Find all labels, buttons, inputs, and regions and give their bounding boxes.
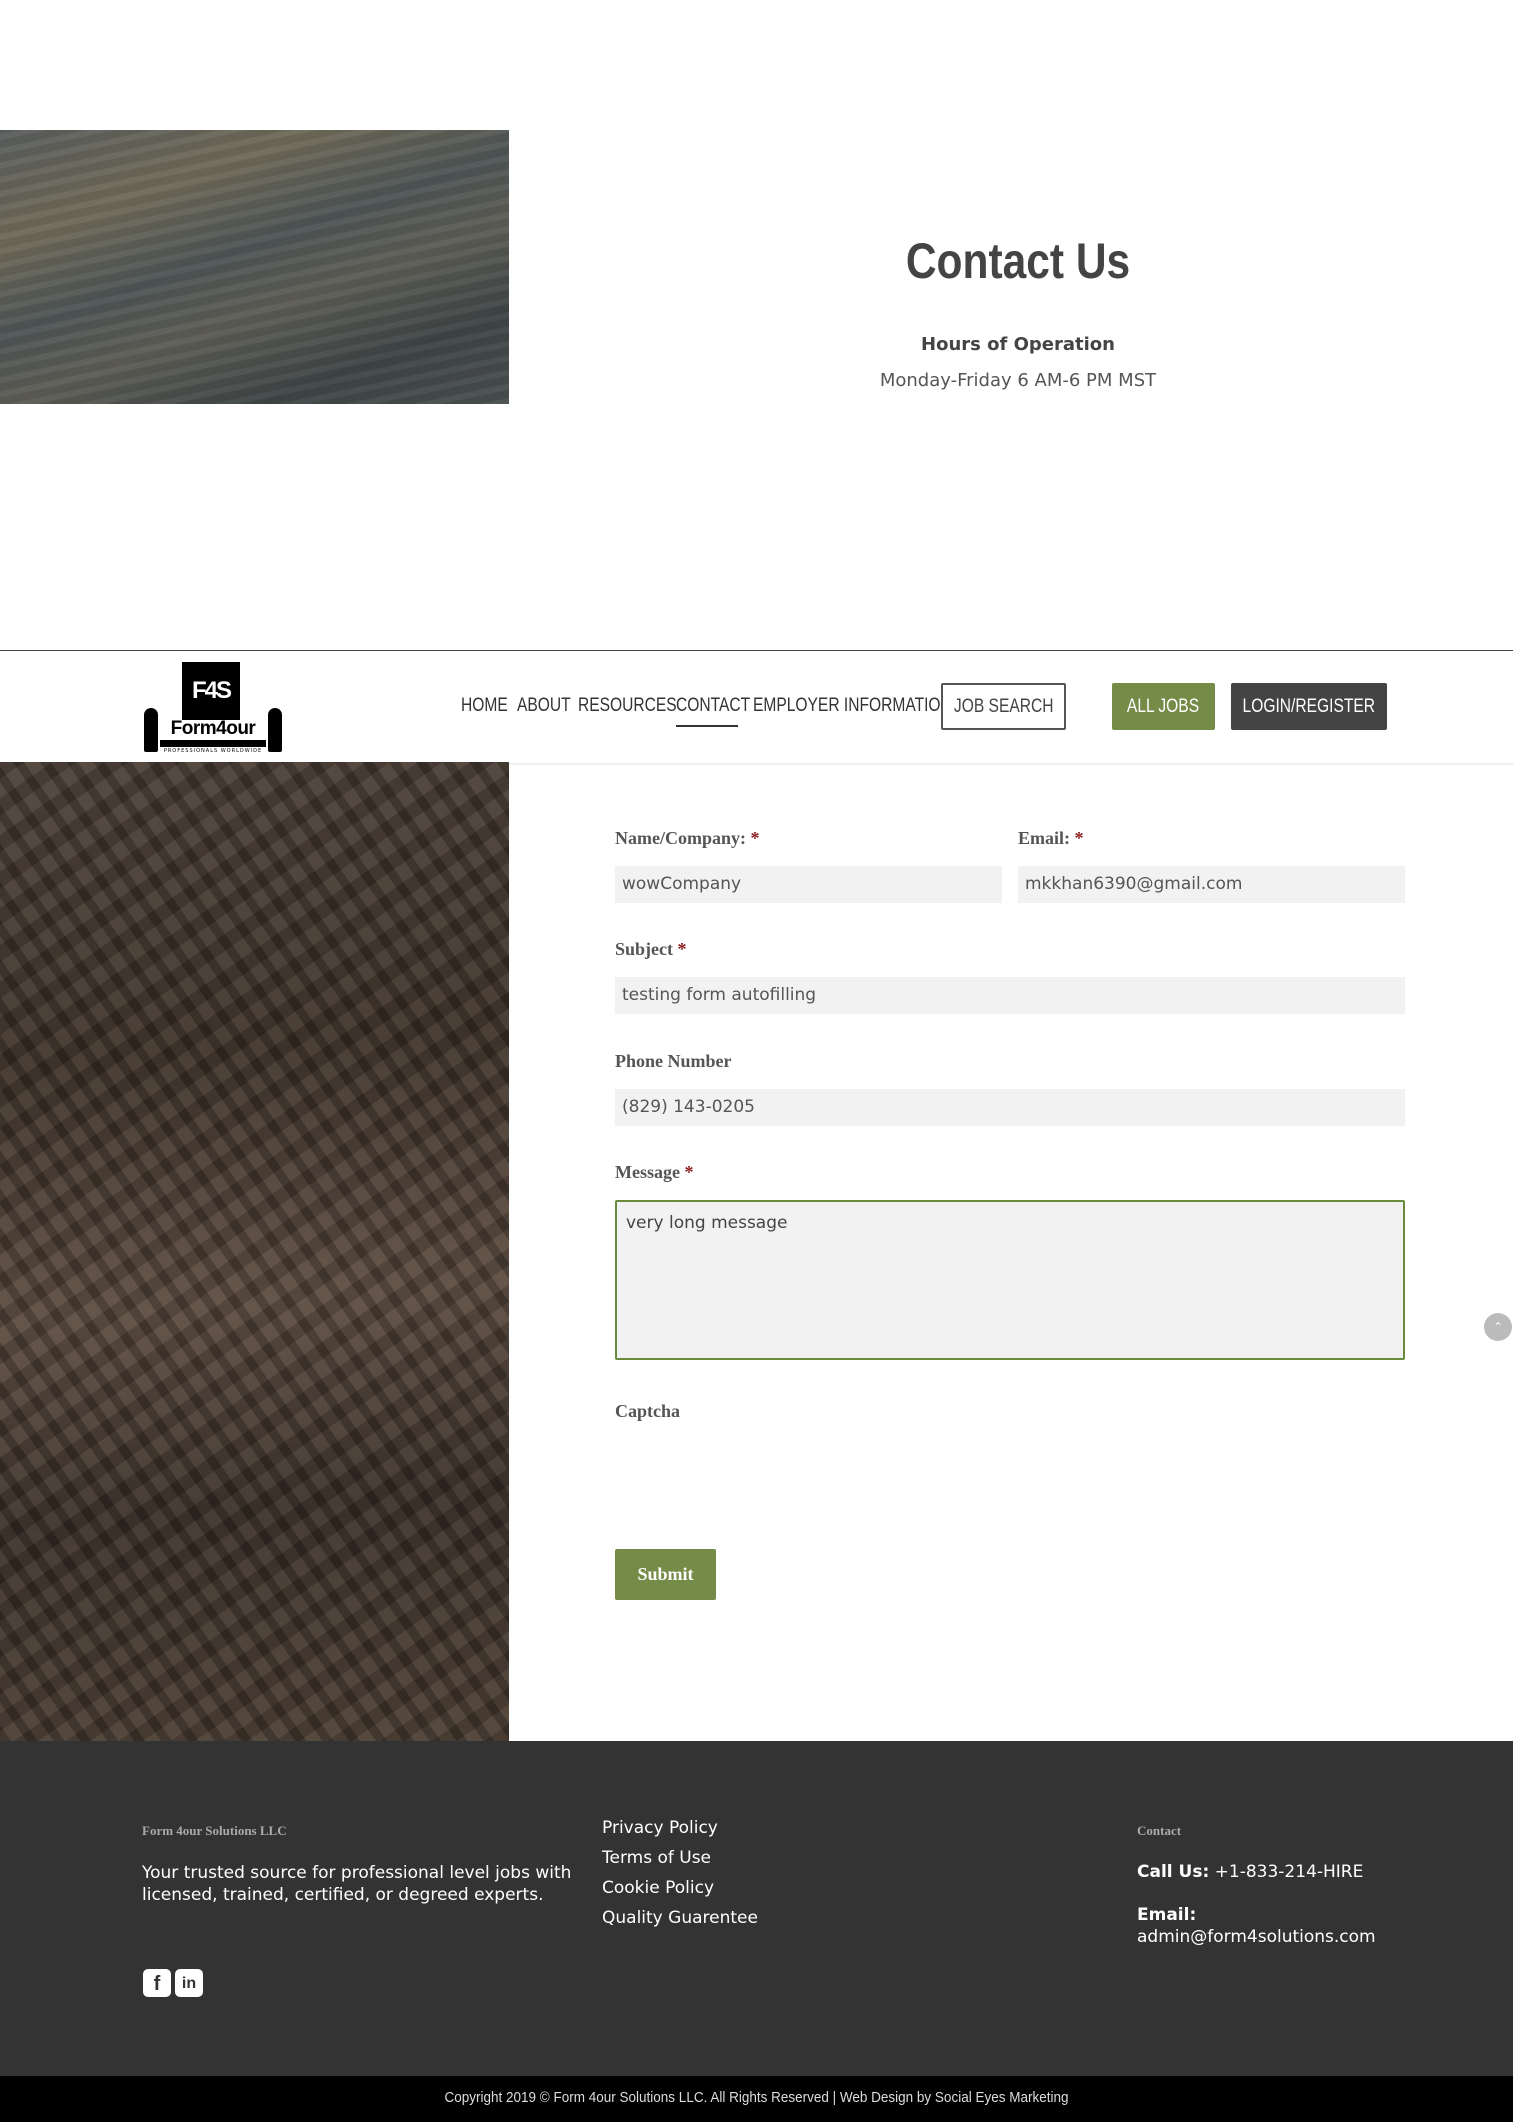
login-register-button[interactable]: LOGIN/REGISTER	[1231, 683, 1387, 730]
name-company-label: Name/Company: *	[615, 828, 760, 849]
name-company-input[interactable]: wowCompany	[615, 866, 1002, 903]
email-input[interactable]: mkkhan6390@gmail.com	[1018, 866, 1405, 903]
footer-email-label: Email:	[1137, 1905, 1197, 1925]
message-textarea[interactable]: very long message	[615, 1200, 1405, 1360]
required-marker: *	[750, 828, 760, 848]
phone-number-link[interactable]: +1-833-214-HIRE	[1215, 1862, 1364, 1882]
footer-phone: Call Us: +1-833-214-HIRE	[1137, 1862, 1363, 1882]
required-marker: *	[684, 1162, 694, 1182]
required-marker: *	[677, 939, 687, 959]
email-label: Email: *	[1018, 828, 1084, 849]
footer-contact-heading: Contact	[1137, 1823, 1182, 1838]
nav-contact[interactable]: CONTACT	[676, 690, 750, 722]
nav-home[interactable]: HOME	[461, 690, 508, 722]
name-company-label-text: Name/Company:	[615, 828, 746, 848]
logo-subtitle: PROFESSIONALS WORLDWIDE	[163, 748, 263, 754]
page-title: Contact Us	[905, 233, 1131, 289]
phone-number-input[interactable]: (829) 143-0205	[615, 1089, 1405, 1126]
copyright-text: Copyright 2019 © Form 4our Solutions LLC…	[444, 2089, 1069, 2106]
nav-employer-information[interactable]: EMPLOYER INFORMATION	[753, 690, 952, 722]
hours-heading: Hours of Operation	[921, 334, 1115, 355]
footer-email-link[interactable]: admin@form4solutions.com	[1137, 1927, 1376, 1947]
facebook-icon[interactable]: f	[143, 1969, 171, 1997]
hours-text: Monday-Friday 6 AM-6 PM MST	[879, 370, 1157, 391]
scroll-to-top-button[interactable]: ⌃	[1484, 1313, 1512, 1341]
job-search-label: JOB SEARCH	[953, 695, 1054, 717]
logo-mark: F4S	[182, 662, 240, 720]
job-search-button[interactable]: JOB SEARCH	[941, 683, 1066, 730]
subject-input[interactable]: testing form autofilling	[615, 977, 1405, 1014]
hero-landscape-image	[0, 130, 509, 404]
footer-link-privacy-policy[interactable]: Privacy Policy	[602, 1818, 718, 1838]
footer-company-name: Form 4our Solutions LLC	[142, 1823, 287, 1838]
all-jobs-button[interactable]: ALL JOBS	[1112, 683, 1215, 730]
message-label: Message *	[615, 1162, 693, 1183]
nav-resources[interactable]: RESOURCES	[578, 690, 677, 722]
nav-about[interactable]: ABOUT	[517, 690, 571, 722]
footer-link-cookie-policy[interactable]: Cookie Policy	[602, 1878, 714, 1898]
footer-tagline: Your trusted source for professional lev…	[142, 1863, 572, 1905]
logo-wordmark: Form4our	[170, 718, 256, 739]
captcha-label: Captcha	[615, 1401, 681, 1421]
nav-active-underline	[676, 725, 738, 727]
required-marker: *	[1074, 828, 1084, 848]
message-label-text: Message	[615, 1162, 680, 1182]
call-us-label: Call Us:	[1137, 1862, 1210, 1882]
mountain-image	[0, 762, 509, 1741]
subject-label-text: Subject	[615, 939, 673, 959]
phone-number-label: Phone Number	[615, 1051, 732, 1071]
chevron-up-icon: ⌃	[1492, 1320, 1504, 1334]
subject-label: Subject *	[615, 939, 687, 960]
linkedin-icon[interactable]: in	[175, 1969, 203, 1997]
logo-band	[160, 740, 266, 747]
site-logo[interactable]: F4S Form4our PROFESSIONALS WORLDWIDE	[142, 660, 282, 756]
footer-link-quality-guarantee[interactable]: Quality Guarentee	[602, 1908, 758, 1928]
email-label-text: Email:	[1018, 828, 1070, 848]
login-register-label: LOGIN/REGISTER	[1242, 695, 1376, 717]
submit-button[interactable]: Submit	[615, 1549, 716, 1600]
footer-link-terms-of-use[interactable]: Terms of Use	[602, 1848, 711, 1868]
all-jobs-label: ALL JOBS	[1127, 695, 1200, 717]
